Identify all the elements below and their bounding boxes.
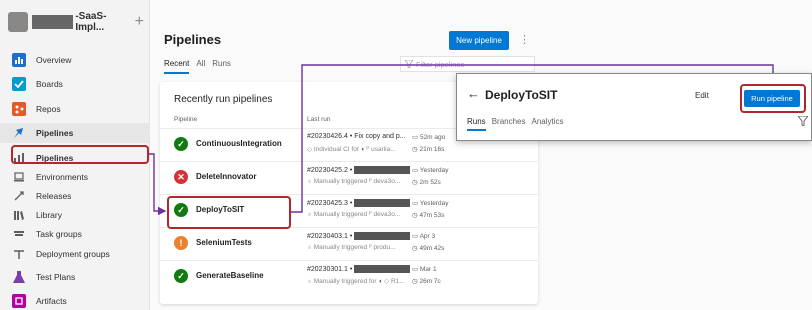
run-time: ▭ Yesterday bbox=[412, 200, 449, 207]
sidebar-item-label: Library bbox=[36, 210, 62, 220]
project-header[interactable]: -SaaS-Impl... + bbox=[8, 8, 144, 36]
run-title: #20230425.3 • bbox=[307, 199, 411, 207]
highlight-pipelines-nav bbox=[11, 145, 149, 164]
column-header-last-run: Last run bbox=[307, 116, 331, 123]
warning-icon: ! bbox=[174, 236, 188, 250]
project-name: -SaaS-Impl... bbox=[75, 11, 107, 33]
sidebar-item-test-plans[interactable]: Test Plans bbox=[0, 267, 150, 287]
new-pipeline-button[interactable]: New pipeline bbox=[449, 31, 509, 50]
redacted-block bbox=[354, 265, 411, 273]
run-title: #20230425.2 • bbox=[307, 166, 411, 174]
run-trigger: ♁ Manually triggered ᴾ deva3o... bbox=[307, 178, 401, 185]
sidebar-item-environments[interactable]: Environments bbox=[0, 167, 150, 187]
tab-all[interactable]: All bbox=[196, 59, 205, 68]
filter-icon[interactable] bbox=[798, 116, 808, 126]
success-icon: ✓ bbox=[174, 137, 188, 151]
run-title: #20230426.4 • Fix copy and p... bbox=[307, 133, 406, 140]
sidebar-item-label: Repos bbox=[36, 104, 61, 114]
sidebar-item-overview[interactable]: Overview bbox=[0, 50, 150, 70]
sidebar-item-label: Test Plans bbox=[36, 272, 76, 282]
back-arrow-icon[interactable]: ← bbox=[467, 86, 480, 101]
tab-runs[interactable]: Runs bbox=[467, 117, 486, 131]
success-icon: ✓ bbox=[174, 269, 188, 283]
run-duration: ◷ 21m 16s bbox=[412, 146, 445, 153]
redacted-block bbox=[354, 199, 411, 207]
failed-icon: ✕ bbox=[174, 170, 188, 184]
run-title: #20230403.1 • bbox=[307, 232, 411, 240]
table-row[interactable]: ! SeleniumTests #20230403.1 • ♁ Manually… bbox=[160, 227, 538, 257]
sidebar-item-repos[interactable]: Repos bbox=[0, 99, 150, 119]
overview-icon bbox=[12, 53, 26, 67]
run-time: ▭ Mar 1 bbox=[412, 266, 437, 273]
run-time: ▭ 52m ago bbox=[412, 134, 446, 141]
sidebar-item-library[interactable]: Library bbox=[0, 205, 150, 225]
pipeline-tabs: Recent All Runs bbox=[164, 59, 231, 74]
tab-branches[interactable]: Branches bbox=[492, 117, 526, 126]
sidebar-item-label: Environments bbox=[36, 172, 88, 182]
sidebar-item-releases[interactable]: Releases bbox=[0, 186, 150, 206]
redacted-block bbox=[31, 15, 74, 29]
project-avatar bbox=[8, 12, 28, 32]
sidebar-item-label: Boards bbox=[36, 79, 63, 89]
sidebar-item-label: Overview bbox=[36, 55, 72, 65]
pipelines-icon bbox=[12, 126, 26, 140]
library-icon bbox=[12, 208, 26, 222]
artifacts-icon bbox=[12, 294, 26, 308]
run-duration: ◷ 26m 7c bbox=[412, 278, 441, 285]
redacted-block bbox=[354, 166, 411, 174]
pipeline-name: SeleniumTests bbox=[196, 238, 252, 247]
tab-analytics[interactable]: Analytics bbox=[531, 117, 563, 126]
page-title: Pipelines bbox=[164, 32, 222, 47]
sidebar-item-task-groups[interactable]: Task groups bbox=[0, 224, 150, 244]
run-time: ▭ Yesterday bbox=[412, 167, 449, 174]
filter-icon bbox=[405, 60, 413, 68]
run-trigger: ♁ Manually triggered ᴾ deva3o... bbox=[307, 211, 401, 218]
tab-recent[interactable]: Recent bbox=[164, 59, 190, 74]
tab-runs[interactable]: Runs bbox=[212, 59, 231, 68]
run-title: #20230301.1 • bbox=[307, 265, 411, 273]
releases-icon bbox=[12, 189, 26, 203]
filter-placeholder: Filter pipelines bbox=[416, 59, 465, 69]
pipeline-name: DeleteInnovator bbox=[196, 172, 257, 181]
add-icon[interactable]: + bbox=[135, 13, 144, 31]
run-trigger: ◇ Individual CI for ◖ ᴾ usarlia... bbox=[307, 146, 396, 153]
test-plans-icon bbox=[12, 270, 26, 284]
sidebar-item-label: Pipelines bbox=[36, 128, 74, 138]
run-trigger: ♁ Manually triggered ᴾ produ... bbox=[307, 244, 396, 251]
card-title: Recently run pipelines bbox=[174, 94, 273, 105]
sidebar-item-label: Deployment groups bbox=[36, 249, 110, 259]
pipeline-name: ContinuousIntegration bbox=[196, 139, 282, 148]
highlight-run-pipeline bbox=[740, 84, 806, 113]
sidebar-item-label: Task groups bbox=[36, 229, 82, 239]
pipeline-title: DeployToSIT bbox=[485, 88, 558, 102]
run-duration: ◷ 2m 52s bbox=[412, 179, 441, 186]
detail-tabs: Runs Branches Analytics bbox=[467, 117, 564, 131]
more-options-icon[interactable]: ⋮ bbox=[519, 33, 530, 46]
sidebar-item-pipelines[interactable]: Pipelines bbox=[0, 123, 150, 143]
column-header-pipeline: Pipeline bbox=[174, 116, 198, 123]
sidebar-item-label: Releases bbox=[36, 191, 72, 201]
pipeline-name: GenerateBaseline bbox=[196, 271, 264, 280]
run-duration: ◷ 49m 42s bbox=[412, 245, 445, 252]
environments-icon bbox=[12, 170, 26, 184]
table-row[interactable]: ✓ GenerateBaseline #20230301.1 • ♁ Manua… bbox=[160, 260, 538, 290]
sidebar-item-label: Artifacts bbox=[36, 296, 67, 306]
filter-pipelines-input[interactable]: Filter pipelines bbox=[400, 56, 535, 72]
run-trigger: ♁ Manually triggered for ◖ ◇ R1... bbox=[307, 278, 405, 285]
deployment-groups-icon bbox=[12, 247, 26, 261]
boards-icon bbox=[12, 77, 26, 91]
run-time: ▭ Apr 3 bbox=[412, 233, 436, 240]
sidebar-item-boards[interactable]: Boards bbox=[0, 74, 150, 94]
sidebar-item-deployment-groups[interactable]: Deployment groups bbox=[0, 244, 150, 264]
edit-button[interactable]: Edit bbox=[695, 91, 709, 100]
task-groups-icon bbox=[12, 227, 26, 241]
run-duration: ◷ 47m 53s bbox=[412, 212, 445, 219]
repos-icon bbox=[12, 102, 26, 116]
highlight-deploytosit-row bbox=[167, 196, 291, 229]
sidebar-item-artifacts[interactable]: Artifacts bbox=[0, 291, 150, 310]
redacted-block bbox=[354, 232, 411, 240]
table-row[interactable]: ✕ DeleteInnovator #20230425.2 • ♁ Manual… bbox=[160, 161, 538, 191]
